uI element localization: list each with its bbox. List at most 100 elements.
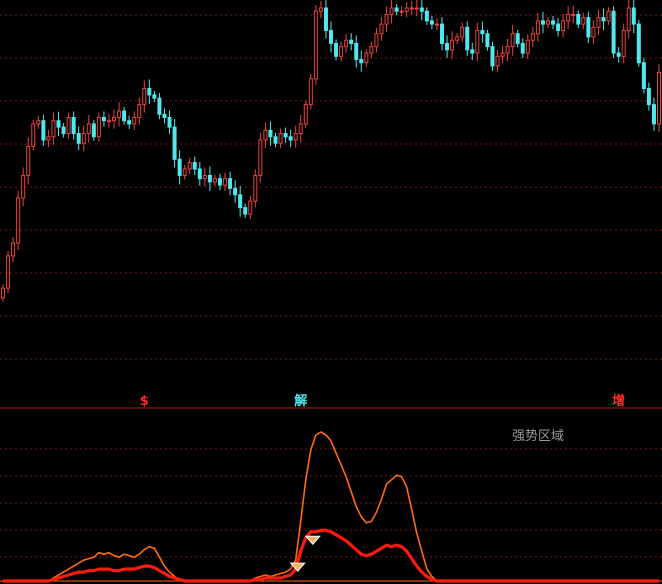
candle-body: [470, 49, 475, 54]
oscillator-panel: [0, 431, 662, 583]
candle-body: [657, 71, 661, 125]
candle-body: [455, 36, 460, 41]
candle-body: [424, 10, 429, 22]
candle-body: [404, 7, 409, 12]
candle-body: [162, 113, 167, 118]
candle-body: [293, 133, 298, 141]
candle-body: [278, 133, 283, 144]
candle-body: [117, 110, 122, 118]
candle-body: [61, 126, 66, 135]
candle-body: [556, 23, 561, 32]
candle-body: [207, 174, 212, 183]
candle-body: [379, 23, 384, 35]
candle-body: [414, 7, 419, 10]
candle-body: [1, 287, 5, 299]
candle-body: [515, 33, 520, 44]
candle-body: [187, 162, 192, 170]
candle-body: [394, 7, 399, 12]
candle-body: [641, 62, 646, 90]
candle-body: [152, 94, 157, 99]
candle-body: [127, 120, 132, 125]
candle-body: [71, 116, 76, 135]
candle-body: [253, 174, 258, 202]
candle-body: [81, 133, 86, 144]
candle-body: [6, 255, 11, 289]
candle-body: [561, 20, 566, 32]
candle-body: [318, 7, 323, 12]
candle-body: [576, 13, 581, 25]
candle-body: [21, 174, 26, 199]
candle-body: [212, 178, 217, 183]
candle-body: [192, 162, 197, 170]
candle-body: [66, 116, 71, 135]
candle-body: [606, 10, 611, 22]
candle-body: [450, 39, 455, 51]
candle-body: [354, 42, 359, 61]
candle-body: [480, 30, 485, 35]
candle-body: [359, 59, 364, 64]
candle-body: [137, 104, 142, 118]
candle-body: [308, 78, 313, 106]
candle-body: [16, 197, 21, 244]
candle-body: [56, 120, 61, 128]
candle-body: [339, 46, 344, 57]
candle-body: [490, 46, 495, 67]
candle-body: [460, 26, 465, 38]
candle-body: [500, 52, 505, 57]
candle-body: [505, 46, 510, 54]
candle-body: [389, 7, 394, 15]
candle-body: [495, 55, 500, 67]
candle-body: [621, 30, 626, 57]
candle-body: [429, 20, 434, 25]
candle-body: [364, 52, 369, 64]
candle-body: [520, 42, 525, 54]
signal-marker: 解: [293, 393, 307, 409]
candle-body: [419, 7, 424, 12]
candle-body: [591, 26, 596, 38]
candle-body: [122, 110, 127, 122]
price-panel: [0, 0, 662, 360]
candle-body: [525, 39, 530, 54]
candle-body: [142, 88, 147, 106]
candle-body: [132, 116, 137, 125]
candle-body: [566, 13, 571, 22]
candle-body: [11, 242, 16, 257]
candle-body: [551, 20, 556, 25]
candle-body: [86, 123, 91, 135]
candle-body: [101, 116, 106, 122]
candle-body: [535, 20, 540, 35]
candle-body: [409, 7, 414, 10]
diamond-signal-icon: [289, 562, 306, 572]
candle-body: [167, 116, 172, 128]
signal-marker: 增: [612, 393, 625, 409]
candle-body: [323, 7, 328, 32]
candle-body: [445, 42, 450, 51]
candle-body: [601, 17, 606, 22]
candle-body: [177, 158, 182, 176]
candle-body: [26, 145, 31, 176]
candle-body: [172, 126, 177, 160]
candle-body: [540, 20, 545, 25]
candle-body: [545, 20, 550, 25]
candle-body: [51, 120, 56, 138]
candle-body: [510, 33, 515, 48]
candle-body: [571, 13, 576, 16]
oscillator-inner-line: [3, 528, 659, 583]
candle-body: [223, 178, 228, 186]
candle-body: [384, 13, 389, 25]
candle-body: [586, 17, 591, 38]
candle-body: [36, 120, 41, 125]
candle-body: [349, 39, 354, 44]
candle-body: [182, 168, 187, 176]
diamond-signal-icon: [304, 535, 321, 546]
candle-body: [288, 136, 293, 141]
candle-body: [112, 116, 117, 122]
candle-body: [329, 30, 333, 44]
candle-body: [399, 10, 404, 13]
candle-body: [485, 33, 490, 48]
candle-body: [465, 26, 470, 51]
candle-body: [636, 23, 641, 64]
candle-body: [197, 168, 202, 180]
candle-body: [243, 207, 248, 215]
candle-body: [76, 133, 81, 144]
